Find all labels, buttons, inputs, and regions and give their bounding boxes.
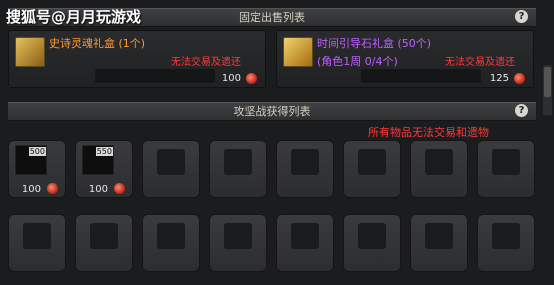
slot-inner <box>492 223 520 249</box>
empty-slot[interactable] <box>276 140 334 198</box>
scrollbar[interactable] <box>543 65 552 115</box>
rewards-title: 攻坚战获得列表 <box>233 105 311 118</box>
empty-slot[interactable] <box>343 140 401 198</box>
empty-slot[interactable] <box>477 214 535 272</box>
empty-slot[interactable] <box>209 214 267 272</box>
watermark-text: 搜狐号@月月玩游戏 <box>6 8 142 26</box>
slot-inner <box>224 149 252 175</box>
slot-inner <box>492 149 520 175</box>
reward-price: 100 <box>21 184 41 195</box>
empty-slot[interactable] <box>410 214 468 272</box>
coin-icon <box>47 183 58 194</box>
empty-slot[interactable] <box>75 214 133 272</box>
empty-slot[interactable] <box>142 214 200 272</box>
sale-item-subtitle: (角色1周 0/4个) <box>317 55 398 68</box>
reward-slot[interactable]: 550 100 <box>75 140 133 198</box>
help-icon[interactable]: ? <box>515 104 528 117</box>
price-value: 125 <box>489 73 509 84</box>
rewards-notice: 所有物品无法交易和遗物 <box>368 126 489 139</box>
restriction-text: 无法交易及遗还 <box>171 57 241 68</box>
reward-item-icon: 500 <box>15 145 47 175</box>
reward-price: 100 <box>88 184 108 195</box>
rewards-header: 攻坚战获得列表 <box>8 102 536 121</box>
slot-inner <box>291 223 319 249</box>
reward-item-icon: 550 <box>82 145 114 175</box>
reward-badge: 500 <box>28 147 46 156</box>
slot-inner <box>425 223 453 249</box>
gold-gift-box-icon <box>15 37 45 67</box>
empty-slot[interactable] <box>209 140 267 198</box>
slot-inner <box>23 223 51 249</box>
slot-inner <box>224 223 252 249</box>
slot-inner <box>90 223 118 249</box>
sale-item-name: 时间引导石礼盒 (50个) <box>317 37 432 50</box>
quantity-slot <box>95 69 215 83</box>
empty-slot[interactable] <box>8 214 66 272</box>
sale-item-2[interactable]: 时间引导石礼盒 (50个) (角色1周 0/4个) 无法交易及遗还 125 <box>276 30 534 88</box>
fixed-sale-title: 固定出售列表 <box>239 11 305 24</box>
slot-inner <box>157 149 185 175</box>
reward-slot[interactable]: 500 100 <box>8 140 66 198</box>
coin-icon <box>114 183 125 194</box>
reward-badge: 550 <box>95 147 113 156</box>
empty-slot[interactable] <box>142 140 200 198</box>
empty-slot[interactable] <box>477 140 535 198</box>
empty-slot[interactable] <box>410 140 468 198</box>
price-value: 100 <box>221 73 241 84</box>
slot-inner <box>425 149 453 175</box>
slot-inner <box>157 223 185 249</box>
slot-inner <box>358 223 386 249</box>
coin-icon <box>514 73 525 84</box>
coin-icon <box>246 73 257 84</box>
restriction-text: 无法交易及遗还 <box>445 57 515 68</box>
slot-inner <box>291 149 319 175</box>
slot-inner <box>358 149 386 175</box>
quantity-slot <box>361 69 481 83</box>
sale-item-1[interactable]: 史诗灵魂礼盒 (1个) 无法交易及遗还 100 <box>8 30 266 88</box>
scrollbar-thumb[interactable] <box>544 67 551 97</box>
help-icon[interactable]: ? <box>515 10 528 23</box>
golden-chest-icon <box>283 37 313 67</box>
sale-item-name: 史诗灵魂礼盒 (1个) <box>49 37 146 50</box>
empty-slot[interactable] <box>276 214 334 272</box>
empty-slot[interactable] <box>343 214 401 272</box>
